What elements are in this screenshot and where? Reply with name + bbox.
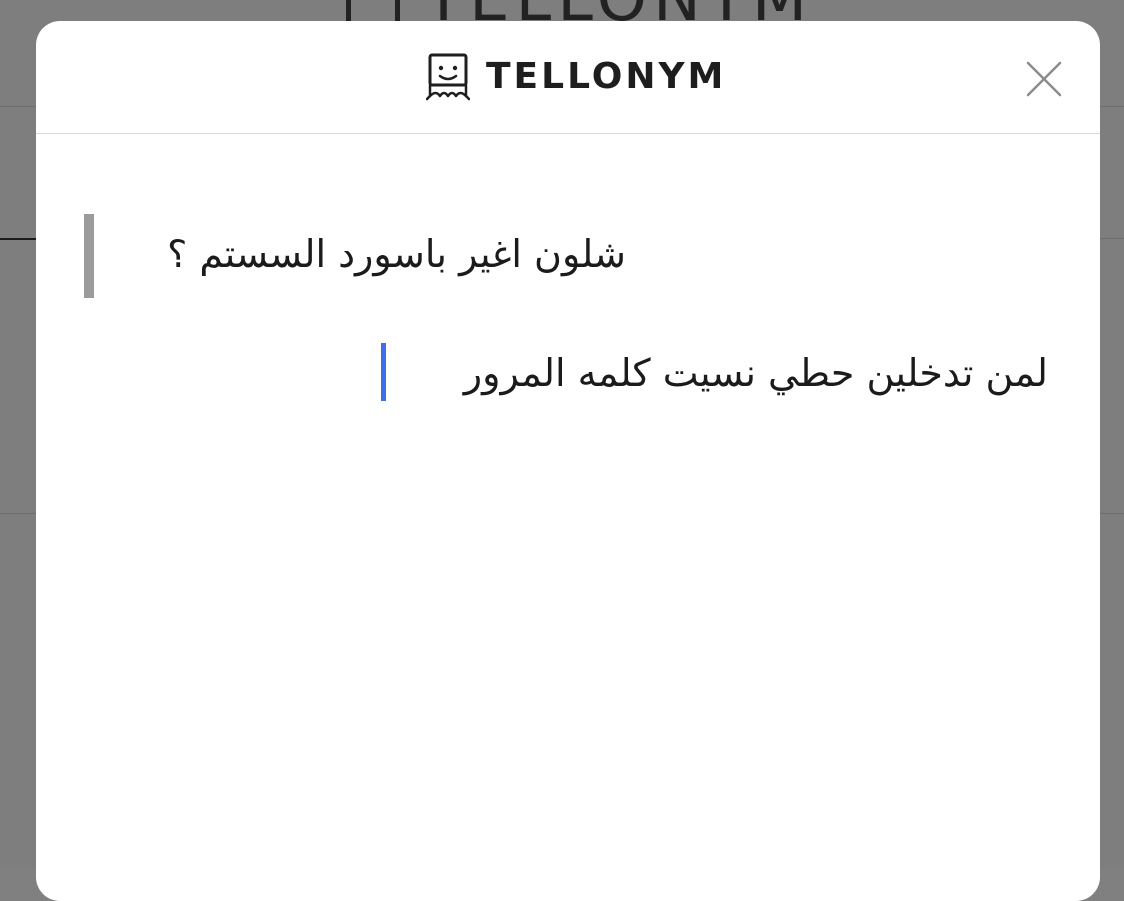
text-caret	[381, 343, 386, 401]
background-divider	[0, 513, 36, 514]
close-icon	[1022, 57, 1066, 101]
brand-name: TELLONYM	[486, 56, 727, 97]
tellonym-face-icon	[425, 52, 471, 102]
close-button[interactable]	[1022, 57, 1066, 101]
question-quote: شلون اغير باسورد السستم ؟	[84, 214, 626, 298]
background-divider	[0, 238, 36, 240]
background-divider	[1100, 238, 1124, 239]
answer-modal: TELLONYM شلون اغير باسورد السستم ؟ لمن ت…	[36, 21, 1100, 901]
brand-logo: TELLONYM	[425, 51, 727, 103]
background-divider	[1100, 513, 1124, 514]
answer-input[interactable]: لمن تدخلين حطي نسيت كلمه المرور	[380, 341, 1048, 405]
question-text: شلون اغير باسورد السستم ؟	[167, 232, 626, 276]
modal-header: TELLONYM	[36, 21, 1100, 134]
answer-text: لمن تدخلين حطي نسيت كلمه المرور	[463, 351, 1048, 395]
